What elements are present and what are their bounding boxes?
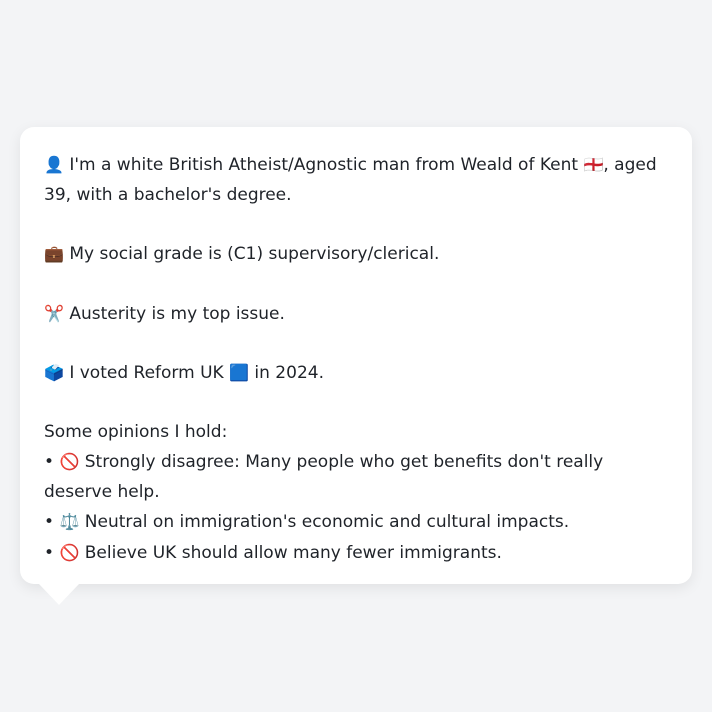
issue-line: ✂️ Austerity is my top issue. bbox=[44, 299, 668, 330]
intro-text: I'm a white British Atheist/Agnostic man… bbox=[69, 155, 579, 175]
vote-line: 🗳️ I voted Reform UK 🟦 in 2024. bbox=[44, 358, 668, 389]
person-icon: 👤 bbox=[44, 155, 64, 174]
bullet-mark: • bbox=[44, 452, 55, 472]
persona-message-bubble: 👤 I'm a white British Atheist/Agnostic m… bbox=[20, 127, 692, 584]
england-flag-icon: 🏴󠁧󠁢󠁥󠁮󠁧󠁿 bbox=[583, 155, 604, 174]
opinion-item: • 🚫 Believe UK should allow many fewer i… bbox=[44, 538, 668, 569]
prohibited-icon: 🚫 bbox=[59, 452, 80, 471]
briefcase-icon: 💼 bbox=[44, 244, 64, 263]
bullet-mark: • bbox=[44, 512, 55, 532]
prohibited-icon: 🚫 bbox=[59, 542, 80, 562]
grade-line: 💼 My social grade is (C1) supervisory/cl… bbox=[44, 239, 668, 270]
vote-text-before: I voted Reform UK bbox=[69, 363, 224, 383]
bubble-tail bbox=[39, 584, 79, 605]
grade-text: My social grade is (C1) supervisory/cler… bbox=[69, 244, 440, 264]
opinion-item: • ⚖️ Neutral on immigration's economic a… bbox=[44, 507, 668, 538]
opinion-text: Strongly disagree: Many people who get b… bbox=[44, 452, 604, 502]
scissors-icon: ✂️ bbox=[44, 303, 64, 323]
opinions-heading: Some opinions I hold: bbox=[44, 421, 228, 442]
opinion-text: Neutral on immigration's economic and cu… bbox=[84, 512, 570, 532]
ballot-box-icon: 🗳️ bbox=[44, 363, 64, 382]
issue-text: Austerity is my top issue. bbox=[69, 303, 285, 324]
balance-scale-icon: ⚖️ bbox=[59, 512, 80, 531]
intro-line: 👤 I'm a white British Atheist/Agnostic m… bbox=[44, 150, 668, 210]
opinion-text: Believe UK should allow many fewer immig… bbox=[84, 542, 502, 563]
bullet-mark: • bbox=[44, 542, 55, 563]
vote-text-after: in 2024. bbox=[254, 363, 324, 383]
blue-square-icon: 🟦 bbox=[229, 363, 249, 382]
opinion-item: • 🚫 Strongly disagree: Many people who g… bbox=[44, 447, 668, 507]
